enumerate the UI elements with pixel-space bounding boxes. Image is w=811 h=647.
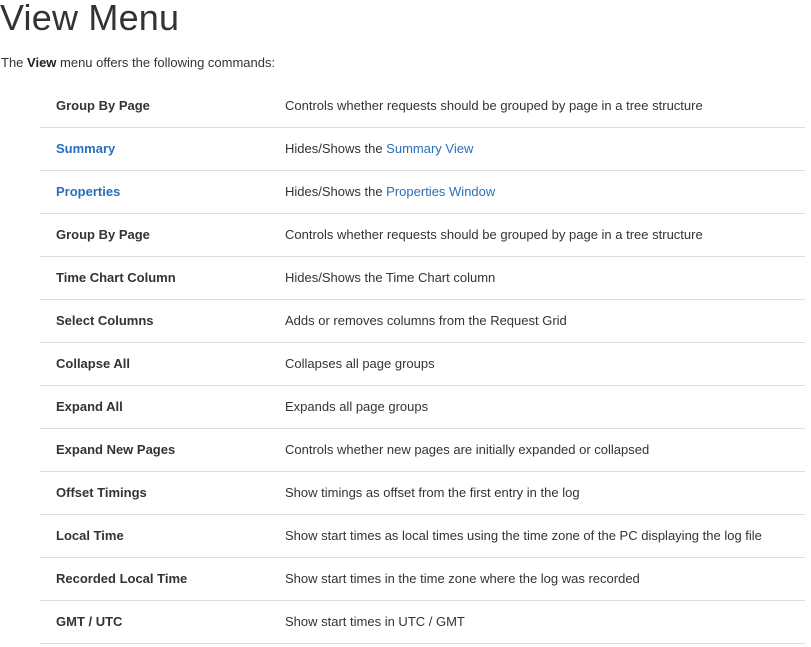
- command-row: Select Columns Adds or removes columns fr…: [40, 299, 805, 343]
- command-name: Recorded Local Time: [40, 557, 285, 601]
- command-name: Time Chart Column: [40, 256, 285, 300]
- command-description-text: Collapses all page groups: [285, 356, 435, 371]
- command-description-text: Show start times as local times using th…: [285, 528, 762, 543]
- intro-prefix: The: [1, 55, 28, 70]
- command-description: Controls whether new pages are initially…: [285, 428, 805, 472]
- command-name: Expand New Pages: [40, 428, 285, 472]
- command-description-text: Show timings as offset from the first en…: [285, 485, 580, 500]
- command-name: Collapse All: [40, 342, 285, 386]
- commands-table-body: Group By Page Controls whether requests s…: [40, 85, 805, 644]
- command-description: Hides/Shows the Summary View: [285, 127, 805, 171]
- intro-suffix: menu offers the following commands:: [56, 55, 276, 70]
- command-description-text: Expands all page groups: [285, 399, 429, 414]
- command-description-text: Show start times in the time zone where …: [285, 571, 640, 586]
- command-name: Select Columns: [40, 299, 285, 343]
- command-row: Expand All Expands all page groups: [40, 385, 805, 429]
- command-row: Properties Hides/Shows the Properties Win…: [40, 170, 805, 214]
- command-name: Group By Page: [40, 85, 285, 128]
- command-row: Group By Page Controls whether requests s…: [40, 85, 805, 128]
- command-row: Time Chart Column Hides/Shows the Time Ch…: [40, 256, 805, 300]
- command-name: GMT / UTC: [40, 600, 285, 644]
- command-description: Show start times in UTC / GMT: [285, 600, 805, 644]
- command-name: Offset Timings: [40, 471, 285, 515]
- command-description-text: Hides/Shows the: [285, 184, 387, 199]
- command-row: Collapse All Collapses all page groups: [40, 342, 805, 386]
- command-description: Hides/Shows the Properties Window: [285, 170, 805, 214]
- command-description-text: Controls whether new pages are initially…: [285, 442, 650, 457]
- command-description-text: Adds or removes columns from the Request…: [285, 313, 567, 328]
- intro-text: The View menu offers the following comma…: [1, 54, 275, 72]
- page-title: View Menu: [0, 0, 180, 38]
- command-name-link[interactable]: Properties: [40, 170, 285, 214]
- command-name: Expand All: [40, 385, 285, 429]
- command-row: Offset Timings Show timings as offset fro…: [40, 471, 805, 515]
- command-row: Summary Hides/Shows the Summary View: [40, 127, 805, 171]
- command-row: GMT / UTC Show start times in UTC / GMT: [40, 600, 805, 644]
- command-name: Group By Page: [40, 213, 285, 257]
- command-description-link[interactable]: Summary View: [386, 141, 473, 156]
- command-name: Local Time: [40, 514, 285, 558]
- command-description: Show start times as local times using th…: [285, 514, 805, 558]
- command-description-text: Controls whether requests should be grou…: [285, 227, 703, 242]
- command-description: Adds or removes columns from the Request…: [285, 299, 805, 343]
- command-description-link[interactable]: Properties Window: [386, 184, 495, 199]
- command-description: Controls whether requests should be grou…: [285, 85, 805, 128]
- intro-menu-name: View: [27, 55, 57, 70]
- command-row: Expand New Pages Controls whether new pag…: [40, 428, 805, 472]
- commands-table: Group By Page Controls whether requests s…: [40, 85, 805, 644]
- command-row: Local Time Show start times as local time…: [40, 514, 805, 558]
- command-description: Collapses all page groups: [285, 342, 805, 386]
- command-description: Hides/Shows the Time Chart column: [285, 256, 805, 300]
- command-name-link[interactable]: Summary: [40, 127, 285, 171]
- command-row: Recorded Local Time Show start times in t…: [40, 557, 805, 601]
- command-description-text: Hides/Shows the Time Chart column: [285, 270, 496, 285]
- command-description-text: Hides/Shows the: [285, 141, 387, 156]
- command-description-text: Controls whether requests should be grou…: [285, 98, 703, 113]
- command-description: Expands all page groups: [285, 385, 805, 429]
- command-description-text: Show start times in UTC / GMT: [285, 614, 465, 629]
- command-description: Show timings as offset from the first en…: [285, 471, 805, 515]
- command-description: Show start times in the time zone where …: [285, 557, 805, 601]
- command-row: Group By Page Controls whether requests s…: [40, 213, 805, 257]
- command-description: Controls whether requests should be grou…: [285, 213, 805, 257]
